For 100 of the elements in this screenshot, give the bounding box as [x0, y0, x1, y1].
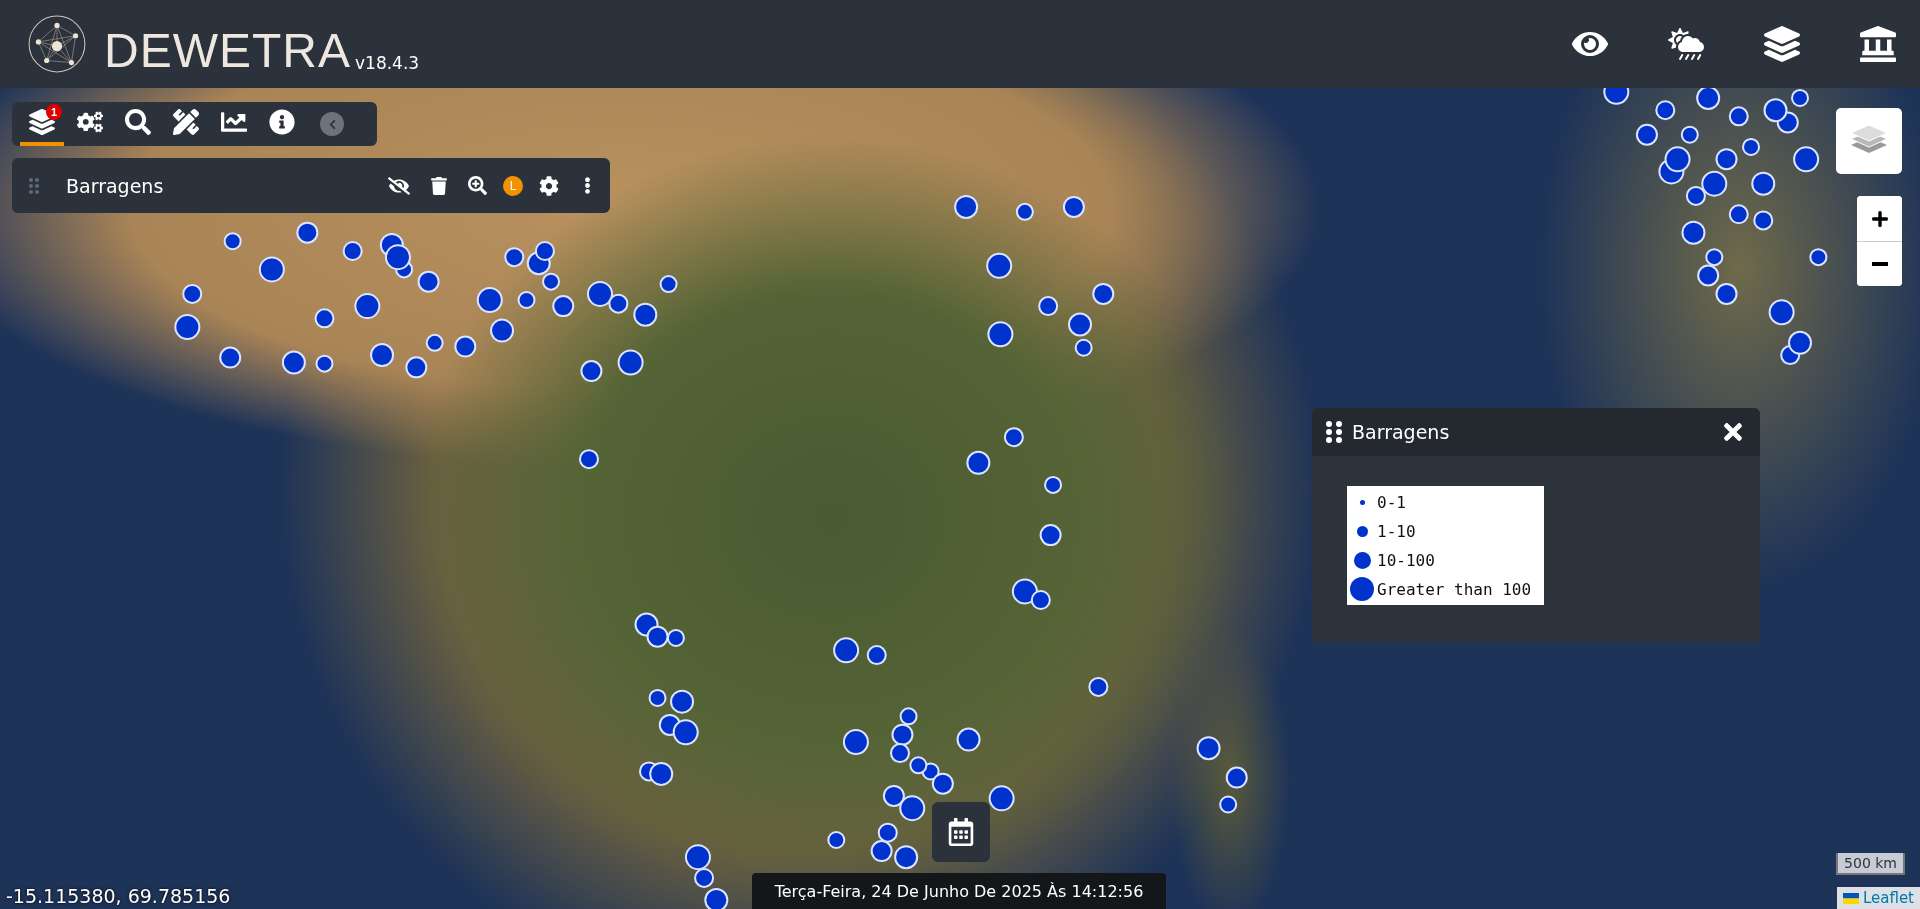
dam-marker[interactable]: [1196, 736, 1221, 761]
dam-marker[interactable]: [552, 295, 575, 318]
dam-marker[interactable]: [1728, 204, 1749, 225]
dam-marker[interactable]: [542, 272, 560, 291]
dam-marker[interactable]: [877, 822, 898, 843]
dam-marker[interactable]: [314, 308, 335, 329]
dam-marker[interactable]: [1809, 248, 1828, 267]
dam-marker[interactable]: [1788, 330, 1812, 355]
dam-marker[interactable]: [174, 313, 201, 340]
dam-marker[interactable]: [986, 252, 1013, 279]
calendar-button[interactable]: [932, 802, 990, 862]
dam-marker[interactable]: [517, 291, 536, 309]
base-layers-button[interactable]: [1836, 108, 1902, 174]
dam-marker[interactable]: [1715, 148, 1738, 171]
dam-marker[interactable]: [704, 888, 729, 909]
dam-marker[interactable]: [1763, 98, 1788, 123]
dam-marker[interactable]: [988, 785, 1015, 812]
dam-marker[interactable]: [1655, 100, 1676, 121]
dam-marker[interactable]: [342, 241, 363, 261]
dam-marker[interactable]: [296, 221, 319, 244]
dam-marker[interactable]: [1681, 220, 1706, 245]
dam-marker[interactable]: [1062, 195, 1085, 218]
dam-marker[interactable]: [670, 689, 695, 714]
dam-marker[interactable]: [405, 356, 428, 379]
dam-marker[interactable]: [648, 688, 667, 707]
collapse-button[interactable]: [320, 112, 344, 136]
dam-marker[interactable]: [633, 302, 658, 327]
dam-marker[interactable]: [659, 275, 678, 294]
dam-marker[interactable]: [1225, 766, 1248, 789]
dam-marker[interactable]: [490, 318, 515, 343]
dam-marker[interactable]: [646, 625, 669, 648]
legend-toggle-button[interactable]: L: [503, 175, 523, 196]
dam-marker[interactable]: [1074, 338, 1093, 357]
dam-marker[interactable]: [617, 349, 644, 376]
dam-marker[interactable]: [580, 360, 603, 382]
dam-marker[interactable]: [909, 756, 928, 775]
dam-marker[interactable]: [1696, 88, 1721, 110]
dam-marker[interactable]: [954, 194, 979, 219]
dam-marker[interactable]: [866, 645, 887, 666]
dam-marker[interactable]: [1728, 106, 1749, 127]
dam-marker[interactable]: [182, 283, 203, 304]
dam-marker[interactable]: [281, 350, 306, 375]
dam-marker[interactable]: [425, 333, 444, 352]
dam-marker[interactable]: [454, 335, 477, 358]
dam-marker[interactable]: [894, 845, 919, 870]
dam-marker[interactable]: [1793, 146, 1820, 173]
dam-marker[interactable]: [1705, 248, 1724, 267]
dam-marker[interactable]: [354, 293, 381, 320]
dam-marker[interactable]: [966, 450, 991, 475]
dam-marker[interactable]: [1753, 210, 1774, 231]
zoom-out-button[interactable]: [1857, 241, 1902, 286]
dam-marker[interactable]: [579, 449, 599, 470]
dam-marker[interactable]: [1603, 88, 1630, 105]
dam-marker[interactable]: [1088, 676, 1109, 697]
dam-marker[interactable]: [1664, 146, 1691, 173]
dam-marker[interactable]: [223, 232, 242, 251]
dam-marker[interactable]: [899, 795, 926, 822]
dam-marker[interactable]: [987, 321, 1014, 348]
dam-marker[interactable]: [931, 772, 954, 795]
dam-marker[interactable]: [1030, 590, 1051, 610]
dam-marker[interactable]: [827, 831, 846, 849]
drag-handle-icon[interactable]: [1326, 420, 1342, 444]
dam-marker[interactable]: [684, 844, 711, 871]
dam-marker[interactable]: [672, 719, 699, 746]
dam-marker[interactable]: [1219, 795, 1238, 814]
weather-icon-button[interactable]: [1668, 26, 1704, 62]
dam-marker[interactable]: [833, 637, 860, 664]
dam-marker[interactable]: [899, 707, 918, 726]
dam-marker[interactable]: [1092, 282, 1115, 305]
attribution-link[interactable]: Leaflet: [1836, 887, 1920, 909]
dam-marker[interactable]: [956, 727, 981, 752]
dam-marker[interactable]: [417, 270, 440, 293]
dam-marker[interactable]: [882, 784, 905, 807]
dam-marker[interactable]: [1015, 202, 1034, 221]
layers-icon-button[interactable]: [1764, 26, 1800, 62]
dam-marker[interactable]: [1039, 524, 1062, 547]
dam-marker[interactable]: [1701, 170, 1728, 197]
dam-marker[interactable]: [1680, 125, 1699, 144]
dam-marker[interactable]: [1068, 312, 1092, 337]
dam-marker[interactable]: [476, 287, 503, 313]
dam-marker[interactable]: [870, 840, 893, 862]
dam-marker[interactable]: [258, 256, 285, 283]
dam-marker[interactable]: [534, 241, 555, 261]
dam-marker[interactable]: [219, 346, 242, 369]
dam-marker[interactable]: [315, 354, 334, 373]
dam-marker[interactable]: [649, 761, 674, 786]
dam-marker[interactable]: [1635, 123, 1658, 146]
dam-marker[interactable]: [1715, 282, 1738, 305]
institution-icon-button[interactable]: [1860, 26, 1896, 62]
layers-tab[interactable]: 1: [20, 102, 64, 146]
dam-marker[interactable]: [1038, 296, 1059, 317]
dam-marker[interactable]: [608, 293, 629, 314]
dam-marker[interactable]: [1768, 299, 1795, 326]
dam-marker[interactable]: [891, 723, 914, 746]
dam-marker[interactable]: [1003, 427, 1024, 448]
dam-marker[interactable]: [384, 244, 411, 271]
dam-marker[interactable]: [504, 247, 525, 268]
dam-marker[interactable]: [1697, 264, 1720, 287]
dam-marker[interactable]: [1011, 578, 1038, 605]
dam-marker[interactable]: [1751, 171, 1776, 196]
